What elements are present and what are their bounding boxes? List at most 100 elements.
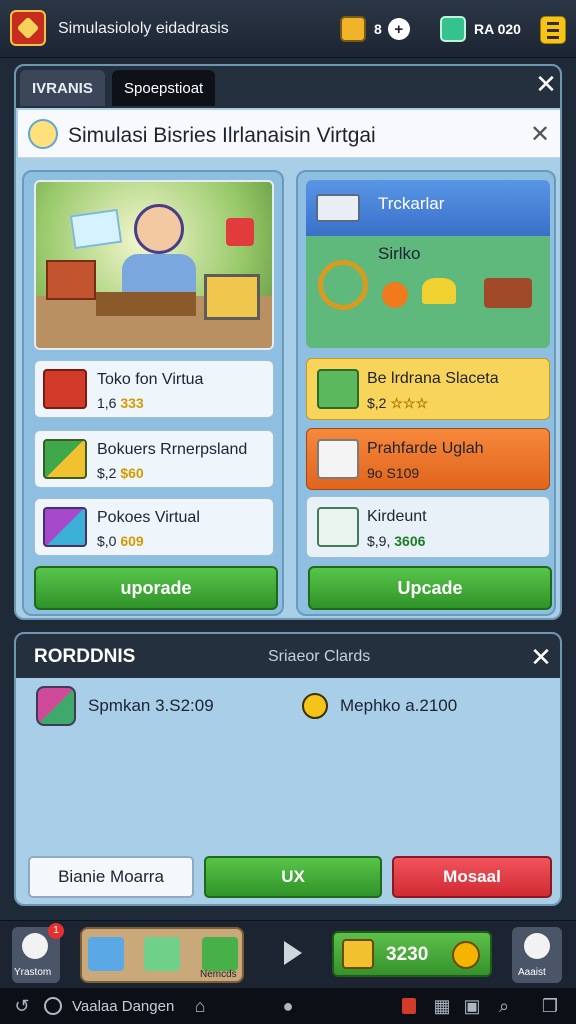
coin-bag-icon bbox=[340, 16, 366, 42]
tools-illustration: Sirlko bbox=[306, 236, 550, 348]
money-value: 3230 bbox=[386, 944, 429, 965]
page-title: Simulasi Bisries Ilrlanaisin Virtgai bbox=[68, 124, 376, 147]
list-item[interactable]: Prahfarde Uglah 9o S109 bbox=[306, 428, 550, 490]
coin-icon bbox=[452, 941, 480, 969]
list-item[interactable]: Pokoes Virtual $,0 609 bbox=[34, 498, 274, 556]
mower-icon bbox=[484, 278, 532, 308]
globe-icon[interactable] bbox=[144, 937, 180, 971]
home-icon[interactable]: ● bbox=[278, 996, 298, 1016]
item-name: Toko fon Virtua bbox=[97, 371, 204, 388]
shop-panel: IVRANIS Spoepstioat ✕ Simulasi Bisries I… bbox=[14, 64, 562, 620]
notification-badge: 1 bbox=[48, 923, 64, 939]
profile-button[interactable]: 1 Yrastom bbox=[12, 923, 64, 983]
item-price: 1,6 333 bbox=[97, 395, 144, 411]
tab-spoepstioat[interactable]: Spoepstioat bbox=[112, 70, 216, 106]
app-title-main: Simulasiololy bbox=[58, 20, 152, 37]
device-icon[interactable] bbox=[88, 937, 124, 971]
top-bar: Simulasiololy eidadrasis 8 + RA 020 bbox=[0, 0, 576, 58]
assist-button[interactable]: Aaaist bbox=[512, 927, 562, 983]
search-small-icon[interactable]: ⌕ bbox=[494, 996, 514, 1016]
cancel-button[interactable]: Mosaal bbox=[392, 856, 552, 898]
secondary-button[interactable]: Bianie Moarra bbox=[28, 856, 194, 898]
system-nav-bar: ↺ Vaalaa Dangen ⌂ ● ▦ ▣ ⌕ ❐ bbox=[0, 988, 576, 1024]
sale-tag-icon bbox=[226, 218, 254, 246]
tickets-header: Trckarlar bbox=[306, 180, 550, 236]
search-icon[interactable] bbox=[44, 997, 62, 1015]
tab-bar: IVRANIS Spoepstioat ✕ bbox=[16, 66, 560, 108]
item-price: $,2 $60 bbox=[97, 465, 144, 481]
crate-icon[interactable] bbox=[202, 937, 238, 971]
character-icon bbox=[22, 933, 48, 959]
inventory-tray[interactable]: Nemcds bbox=[80, 927, 244, 983]
item-name: Be lrdrana Slaceta bbox=[367, 370, 499, 387]
tools-label: Sirlko bbox=[378, 244, 421, 263]
item-name: Kirdeunt bbox=[367, 508, 427, 525]
item-price: $,9, 3606 bbox=[367, 533, 426, 549]
close-icon[interactable]: ✕ bbox=[534, 71, 558, 97]
list-item[interactable]: Toko fon Virtua 1,6 333 bbox=[34, 360, 274, 418]
wheel-icon bbox=[318, 260, 368, 310]
app-title: Simulasiololy eidadrasis bbox=[58, 20, 229, 38]
results-dialog: RORDDNIS Sriaeor Clards ✕ Spmkan 3.S2:09… bbox=[14, 632, 562, 906]
blocks-icon bbox=[43, 439, 87, 479]
item-name: Prahfarde Uglah bbox=[367, 440, 484, 457]
coins-counter[interactable]: 8 + bbox=[340, 12, 430, 46]
stat-earnings: Mephko a.2100 bbox=[302, 686, 457, 726]
chart-icon bbox=[317, 507, 359, 547]
helper-icon bbox=[524, 933, 550, 959]
lock-icon[interactable]: ⌂ bbox=[190, 996, 210, 1016]
confirm-button[interactable]: UX bbox=[204, 856, 382, 898]
cash-box-icon bbox=[317, 369, 359, 409]
panel-title-bar: Simulasi Bisries Ilrlanaisin Virtgai ✕ bbox=[18, 110, 560, 158]
recents-icon[interactable]: ❐ bbox=[540, 996, 560, 1016]
shield-logo-icon[interactable] bbox=[10, 10, 46, 46]
app-title-suffix: eidadrasis bbox=[155, 20, 229, 37]
box-icon bbox=[36, 686, 76, 726]
business-column: Toko fon Virtua 1,6 333 Bokuers Rrnerpsl… bbox=[22, 170, 284, 616]
menu-button[interactable] bbox=[540, 16, 566, 44]
yellow-blob-icon bbox=[422, 278, 456, 304]
list-item[interactable]: Kirdeunt $,9, 3606 bbox=[306, 496, 550, 558]
computer-screen-icon bbox=[69, 208, 123, 250]
back-icon[interactable]: ↺ bbox=[12, 996, 32, 1016]
nav-label: Vaalaa Dangen bbox=[72, 998, 175, 1015]
ticket-icon bbox=[316, 194, 360, 222]
list-item[interactable]: Be lrdrana Slaceta $,2 ☆☆☆ bbox=[306, 358, 550, 420]
upgrade-button-left[interactable]: uporade bbox=[34, 566, 278, 610]
gift-box-icon bbox=[43, 369, 87, 409]
shopkeeper-illustration bbox=[34, 180, 274, 350]
gift-box-icon bbox=[46, 260, 96, 300]
package-icon bbox=[43, 507, 87, 547]
item-price: $,2 ☆☆☆ bbox=[367, 395, 429, 411]
cash-icon bbox=[342, 939, 374, 969]
tab-ivranis[interactable]: IVRANIS bbox=[20, 70, 105, 106]
play-icon[interactable] bbox=[284, 941, 302, 965]
dialog-title: RORDDNIS bbox=[34, 646, 136, 667]
gems-value: RA 020 bbox=[474, 21, 521, 37]
title-close-icon[interactable]: ✕ bbox=[528, 120, 552, 149]
upgrade-button-right[interactable]: Upcade bbox=[308, 566, 552, 610]
clock-icon bbox=[302, 693, 328, 719]
money-counter[interactable]: 3230 bbox=[332, 931, 492, 977]
bottom-dock: 1 Yrastom Nemcds 3230 Aaaist bbox=[0, 920, 576, 988]
apps-icon[interactable]: ▣ bbox=[462, 996, 482, 1016]
item-price: $,0 609 bbox=[97, 533, 144, 549]
list-item[interactable]: Bokuers Rrnerpsland $,2 $60 bbox=[34, 430, 274, 488]
item-price: 9o S109 bbox=[367, 465, 420, 481]
add-coins-button[interactable]: + bbox=[387, 18, 410, 40]
stat-savings: Spmkan 3.S2:09 bbox=[36, 686, 214, 726]
close-icon[interactable]: ✕ bbox=[528, 642, 554, 673]
dialog-header: RORDDNIS Sriaeor Clards ✕ bbox=[16, 634, 560, 678]
gems-counter[interactable]: RA 020 bbox=[440, 12, 532, 46]
tickets-title: Trckarlar bbox=[378, 194, 445, 213]
grid-icon[interactable]: ▦ bbox=[432, 996, 452, 1016]
storefront-icon bbox=[317, 439, 359, 479]
orange-fruit-icon bbox=[382, 282, 408, 308]
shopping-cart-icon bbox=[204, 274, 260, 320]
gem-box-icon bbox=[440, 16, 466, 42]
notification-icon[interactable] bbox=[402, 998, 416, 1014]
tickets-column: Trckarlar Sirlko Be lrdrana Slaceta $,2 … bbox=[296, 170, 556, 616]
hamburger-menu-icon bbox=[547, 21, 559, 25]
trophy-icon bbox=[28, 119, 58, 149]
item-name: Pokoes Virtual bbox=[97, 509, 200, 526]
